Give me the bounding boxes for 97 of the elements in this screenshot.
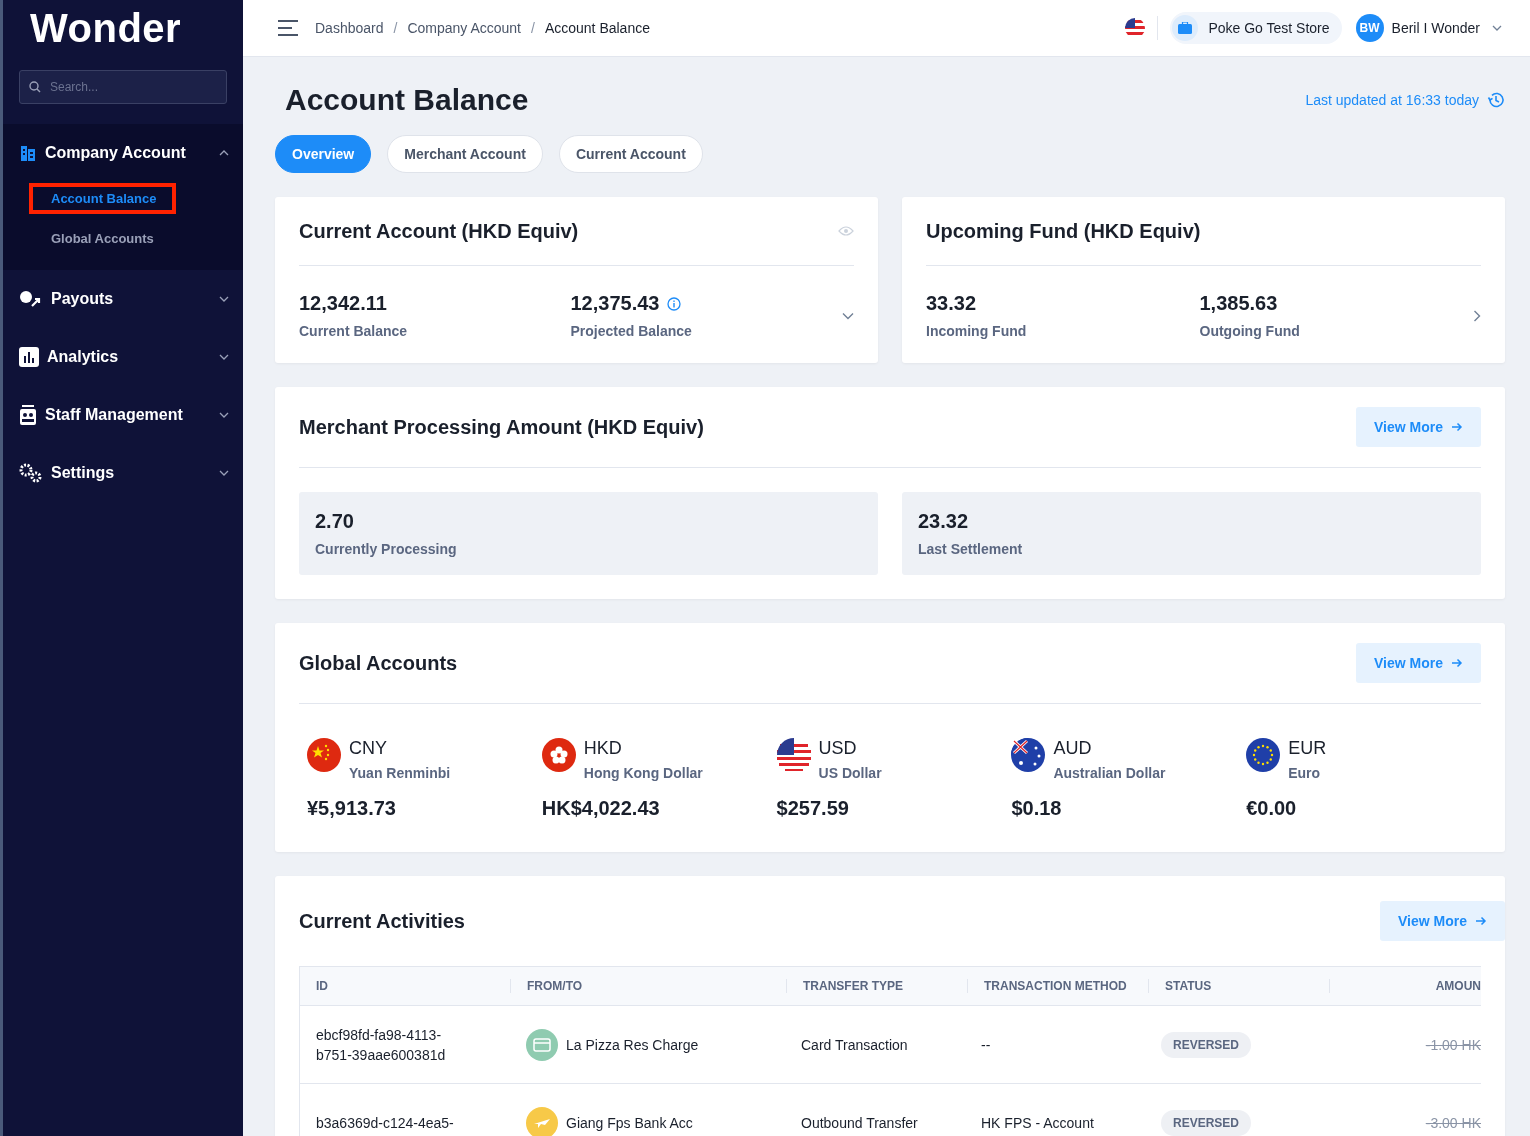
status-badge: REVERSED (1161, 1109, 1252, 1136)
currency-amount: $0.18 (1011, 797, 1063, 820)
table-cell: HK FPS - Account (981, 1114, 1094, 1131)
currency-amount: $257.59 (776, 797, 850, 820)
sidebar-item[interactable]: Company Account (3, 128, 243, 178)
breadcrumb-separator: / (393, 20, 398, 36)
chevron-icon (219, 150, 229, 156)
amount-label: Last Settlement (918, 541, 1024, 557)
menu-icon[interactable] (277, 19, 299, 37)
flag-icon (307, 738, 341, 772)
building-icon (19, 144, 37, 162)
tab[interactable]: Current Account (558, 135, 703, 173)
table-cell-text: ebcf98fd-fa98-4113- b751-39aae600381d (316, 1025, 446, 1065)
balance-label: Projected Balance (570, 323, 693, 339)
logo: Wonder (29, 5, 183, 52)
breadcrumb-link[interactable]: Account Balance (544, 20, 650, 36)
arrow-right-icon (1451, 658, 1463, 668)
breadcrumb-separator: / (531, 20, 535, 36)
search-field[interactable]: Search... (19, 70, 227, 104)
flag-icon[interactable] (1125, 18, 1146, 38)
arrow-right-icon (1451, 422, 1463, 432)
sidebar-item[interactable]: Analytics (3, 332, 243, 382)
fund-label: Incoming Fund (926, 323, 1028, 339)
bar-chart-icon (19, 347, 39, 367)
table-cell: La Pizza Res Charge (566, 1036, 699, 1053)
gears-icon (19, 463, 43, 483)
chevron-icon (219, 470, 229, 476)
fund-value: 33.32 (926, 292, 977, 315)
info-icon[interactable] (667, 296, 682, 311)
table-cell: -3.00 HK (1425, 1114, 1481, 1131)
arrow-right-icon (1475, 916, 1487, 926)
currency-name: US Dollar (818, 765, 882, 781)
table-cell: Outbound Transfer (801, 1114, 918, 1131)
currency-name: Hong Kong Dollar (583, 765, 703, 781)
table-cell: Card Transaction (801, 1036, 908, 1053)
card-title: Current Account (HKD Equiv) (299, 219, 579, 243)
chevron-right-icon[interactable] (1473, 309, 1481, 322)
breadcrumb-link[interactable]: Dashboard (315, 20, 384, 36)
chevron-icon (219, 412, 229, 418)
currency-name: Yuan Renminbi (349, 765, 451, 781)
column-header: ID (300, 979, 511, 993)
search-icon (29, 81, 41, 93)
currency-amount: HK$4,022.43 (541, 797, 661, 820)
user-name[interactable]: Beril I Wonder (1391, 20, 1480, 36)
briefcase-icon (1178, 22, 1193, 34)
table-cell: Giang Fps Bank Acc (566, 1114, 693, 1131)
amount-value: 2.70 (315, 510, 355, 533)
chevron-down-icon[interactable] (1492, 25, 1502, 31)
card-title: Upcoming Fund (HKD Equiv) (926, 219, 1201, 243)
currency-code: USD (818, 738, 858, 759)
chevron-icon (219, 354, 229, 360)
chevron-icon (219, 296, 229, 302)
balance-label: Current Balance (299, 323, 409, 339)
amount-label: Currently Processing (315, 541, 458, 557)
card-title: Merchant Processing Amount (HKD Equiv) (299, 415, 704, 439)
flag-icon (776, 738, 811, 772)
table-cell-text: b3a6369d-c124-4ea5- (316, 1113, 454, 1133)
chevron-down-icon[interactable] (842, 311, 854, 320)
currency-code: HKD (583, 738, 623, 759)
fund-value: 1,385.63 (1199, 292, 1278, 315)
column-header: STATUS (1149, 979, 1330, 993)
sidebar-item[interactable]: Payouts (3, 274, 243, 324)
fund-label: Outgoing Fund (1199, 323, 1301, 339)
currency-name: Australian Dollar (1053, 765, 1166, 781)
currency-amount: €0.00 (1246, 797, 1298, 820)
currency-code: CNY (349, 738, 388, 759)
coin-arrow-icon (19, 290, 43, 308)
sidebar-item[interactable]: Settings (3, 448, 243, 498)
sidebar-subitem[interactable]: Global Accounts (31, 224, 172, 252)
flag-icon (541, 738, 576, 772)
currency-code: AUD (1053, 738, 1093, 759)
flag-icon (1246, 738, 1281, 772)
column-header: TRANSACTION METHOD (968, 979, 1149, 993)
column-header: FROM/TO (511, 979, 787, 993)
sidebar-item[interactable]: Staff Management (3, 390, 243, 440)
card-title: Global Accounts (299, 651, 458, 675)
status-badge: REVERSED (1161, 1031, 1252, 1058)
currency-code: EUR (1288, 738, 1327, 759)
table-cell: -- (981, 1036, 991, 1053)
page-title: Account Balance (285, 83, 530, 117)
history-icon[interactable] (1487, 91, 1505, 109)
staff-icon (19, 405, 37, 425)
store-selector[interactable]: Poke Go Test Store (1170, 12, 1342, 44)
amount-value: 23.32 (918, 510, 970, 533)
column-header: TRANSFER TYPE (787, 979, 968, 993)
currency-amount: ¥5,913.73 (307, 797, 397, 820)
last-updated-text: Last updated at 16:33 today (1305, 92, 1479, 108)
column-header: AMOUN (1434, 979, 1481, 993)
balance-value: 12,342.11 (299, 292, 387, 315)
breadcrumb-link[interactable]: Company Account (407, 20, 521, 36)
card-title: Current Activities (299, 909, 465, 933)
flag-icon (1011, 738, 1046, 772)
table-cell: -1.00 HK (1425, 1036, 1481, 1053)
balance-value: 12,375.43 (570, 292, 660, 315)
currency-name: Euro (1288, 765, 1322, 781)
sidebar-subitem[interactable]: Account Balance (31, 184, 175, 212)
tab[interactable]: Merchant Account (387, 135, 543, 173)
